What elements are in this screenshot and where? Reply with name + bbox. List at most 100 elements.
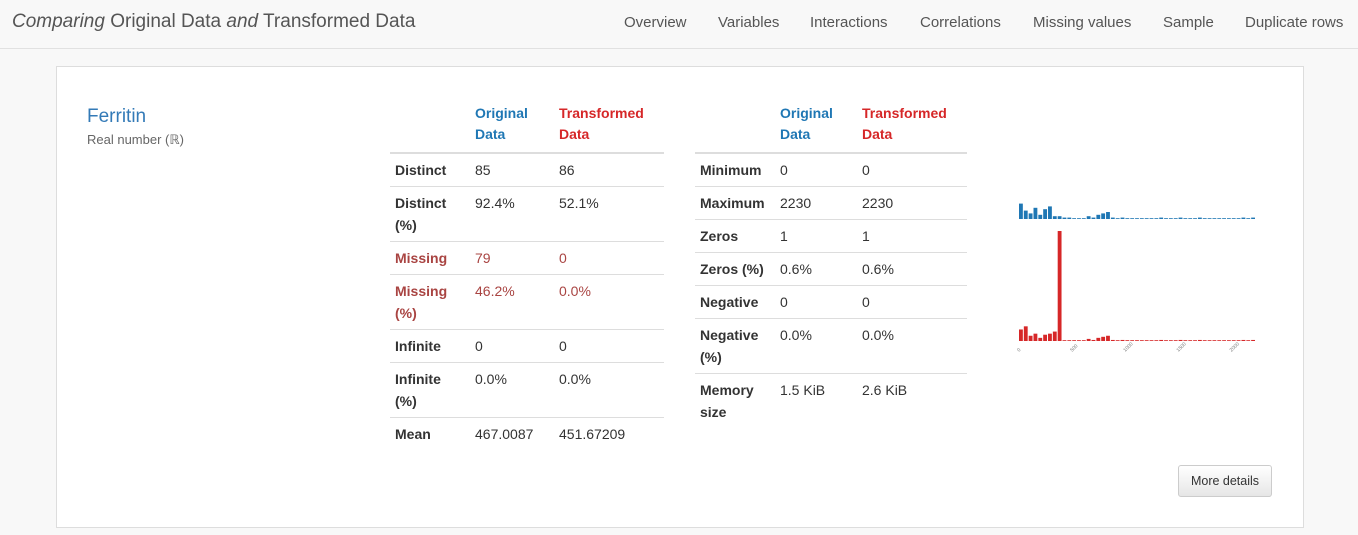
histogram-bar-original (1173, 218, 1178, 219)
histogram-bar-transformed (1101, 336, 1106, 341)
header-transformed: Transformed Data (554, 102, 664, 154)
histogram-bar-transformed (1159, 339, 1164, 341)
histogram-bar-transformed (1144, 340, 1149, 341)
histogram-bar-original (1043, 209, 1048, 219)
table-row: Infinite (%) 0.0% 0.0% (390, 362, 664, 418)
histogram-tick-label: 500 (1069, 343, 1079, 353)
histogram-bar-transformed (1226, 340, 1231, 341)
row-trans-value: 0.0% (554, 362, 664, 418)
histogram-bar-original (1183, 218, 1188, 219)
histogram-bar-original (1106, 212, 1110, 219)
histogram-bar-transformed (1062, 340, 1067, 341)
histogram-bar-original (1168, 218, 1173, 219)
nav-overview[interactable]: Overview (624, 14, 687, 31)
histogram-bar-transformed (1139, 340, 1144, 341)
row-trans-value: 0 (554, 241, 664, 275)
histogram-bar-transformed (1246, 340, 1251, 341)
histogram-bar-original (1096, 214, 1101, 219)
nav-variables[interactable]: Variables (718, 14, 779, 31)
row-trans-value: 0.0% (554, 274, 664, 330)
histogram-bar-transformed (1222, 340, 1226, 341)
histogram-tick-label: 0 (1016, 347, 1022, 353)
histogram-bar-transformed (1173, 340, 1178, 341)
row-trans-value: 2230 (857, 186, 967, 220)
table-row: Negative 0 0 (695, 285, 967, 319)
row-orig-value: 0 (775, 285, 857, 319)
histogram-bar-original (1120, 217, 1125, 219)
stats-table-left: Original Data Transformed Data Distinct … (390, 102, 664, 450)
histogram-bar-transformed (1072, 340, 1077, 341)
histogram-bar-original (1241, 217, 1246, 219)
histogram-bar-transformed (1048, 333, 1052, 341)
histogram-bar-transformed (1149, 340, 1154, 341)
row-label: Distinct (%) (390, 186, 470, 242)
histogram-bar-transformed (1077, 340, 1081, 341)
histogram-tick-label: 1000 (1122, 341, 1134, 353)
histogram-bar-original (1149, 218, 1154, 219)
histogram-bar-transformed (1130, 340, 1135, 341)
row-label: Zeros (695, 219, 775, 253)
histogram-bar-original (1197, 217, 1202, 219)
row-orig-value: 0 (470, 329, 554, 363)
report-title-part: and (226, 11, 259, 32)
histogram-bar-transformed (1057, 231, 1062, 341)
histogram-bar-original (1086, 216, 1091, 219)
row-orig-value: 0 (780, 162, 788, 178)
variable-type: Real number (ℝ) (87, 132, 184, 147)
histogram-bar-original (1188, 218, 1193, 219)
row-label: Missing (390, 241, 470, 275)
histogram-bar-original (1125, 218, 1130, 219)
table-row: Minimum 0 0 (695, 153, 967, 187)
histogram-tick-label: 2000 (1229, 341, 1241, 353)
histogram-bar-transformed (1212, 340, 1217, 341)
histogram-bar-transformed (1197, 339, 1202, 341)
row-orig-value: 0.0% (775, 318, 857, 374)
histogram-bar-original (1072, 218, 1077, 219)
histogram-bar-original (1067, 217, 1072, 219)
histogram-bar-transformed (1241, 339, 1246, 341)
row-orig-value: 2230 (775, 186, 857, 220)
table-row: Zeros 1 1 (695, 219, 967, 253)
histogram-bar-transformed (1023, 326, 1028, 341)
nav-duplicate-rows[interactable]: Duplicate rows (1245, 14, 1343, 31)
nav-interactions[interactable]: Interactions (810, 14, 888, 31)
histogram-bar-original (1159, 217, 1164, 219)
histogram-bar-transformed (1183, 340, 1188, 341)
row-label: Zeros (%) (695, 252, 775, 286)
histogram-bar-original (1081, 218, 1086, 219)
nav-missing-values[interactable]: Missing values (1033, 14, 1131, 31)
row-label: Distinct (395, 162, 447, 178)
report-title[interactable]: Comparing Original Data and Transformed … (12, 11, 415, 33)
table-row: Mean 467.0087 451.67209 (390, 417, 664, 450)
histogram-bar-original (1033, 207, 1038, 219)
row-trans-value: 0 (857, 285, 967, 319)
histogram-bar-original (1130, 218, 1135, 219)
histogram-tick-label: 1500 (1176, 341, 1188, 353)
row-label: Negative (695, 285, 775, 319)
row-orig-value: 85 (475, 162, 491, 178)
row-trans-value: 0.0% (857, 318, 967, 374)
histogram-bar-original (1115, 218, 1120, 219)
nav-correlations[interactable]: Correlations (920, 14, 1001, 31)
report-title-part: Comparing (12, 11, 105, 32)
variable-name-link[interactable]: Ferritin (87, 106, 146, 128)
row-label: Maximum (695, 186, 775, 220)
nav-sample[interactable]: Sample (1163, 14, 1214, 31)
histogram-bar-transformed (1251, 339, 1255, 341)
histogram-bar-original (1251, 217, 1255, 219)
more-details-button[interactable]: More details (1178, 465, 1272, 497)
row-orig-value: 79 (470, 241, 554, 275)
stats-table-right: Original Data Transformed Data Minimum 0… (695, 102, 967, 428)
top-navbar: Comparing Original Data and Transformed … (0, 0, 1358, 49)
histogram-bar-original (1207, 218, 1212, 219)
histogram-bar-original (1212, 218, 1217, 219)
histogram-bar-transformed (1164, 340, 1168, 341)
histogram-bar-transformed (1115, 340, 1120, 341)
histogram-bar-original (1048, 206, 1052, 219)
row-trans-value: 0 (862, 162, 870, 178)
histogram-bar-original (1144, 218, 1149, 219)
histogram-bar-original (1236, 218, 1241, 219)
row-trans-value: 0 (554, 329, 664, 363)
histogram-bar-original (1164, 218, 1168, 219)
histogram-bar-transformed (1091, 339, 1096, 341)
